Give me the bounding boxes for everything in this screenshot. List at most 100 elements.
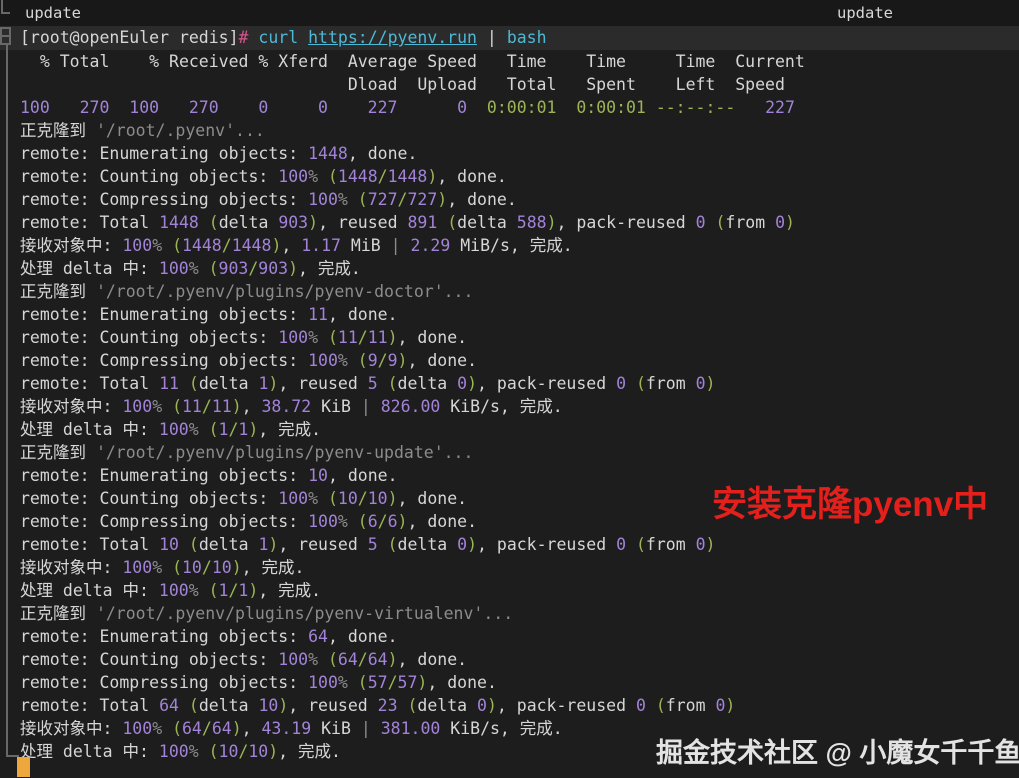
- text-segment: [179, 374, 189, 393]
- text-segment: (: [387, 535, 398, 554]
- text-segment: ): [231, 719, 242, 738]
- text-segment: ): [308, 213, 319, 232]
- text-segment: [348, 351, 358, 370]
- text-segment: %: [188, 259, 199, 278]
- text-segment: 1: [258, 374, 269, 393]
- text-segment: %: [308, 167, 319, 186]
- block-gutter-line: [6, 45, 8, 757]
- text-segment: 64: [337, 650, 358, 669]
- text-segment: (: [447, 213, 458, 232]
- window-title-left: update: [25, 4, 81, 22]
- text-segment: [371, 719, 381, 738]
- terminal-line: remote: Total 11 (delta 1), reused 5 (de…: [20, 372, 1019, 395]
- text-segment: 正克隆到: [20, 604, 96, 623]
- block-corner-top-hook-icon: [1, 12, 10, 14]
- text-segment: 0: [477, 696, 487, 715]
- pyenv-url-link[interactable]: https://pyenv.run: [308, 28, 477, 47]
- text-segment: ): [486, 696, 497, 715]
- text-segment: [162, 719, 172, 738]
- text-segment: KiB/s, 完成.: [440, 397, 563, 416]
- text-segment: [199, 742, 209, 761]
- text-segment: , 完成.: [258, 420, 322, 439]
- text-segment: 11: [182, 397, 202, 416]
- text-segment: 11: [337, 328, 358, 347]
- text-segment: 接收对象中:: [20, 397, 123, 416]
- text-segment: remote: Total: [20, 374, 160, 393]
- text-segment: [162, 397, 172, 416]
- text-segment: (: [208, 420, 219, 439]
- text-segment: |: [477, 28, 507, 47]
- text-segment: ): [268, 535, 279, 554]
- text-segment: 11: [367, 328, 388, 347]
- text-segment: delta: [397, 374, 458, 393]
- text-segment: /: [357, 489, 368, 508]
- text-segment: delta: [198, 535, 259, 554]
- text-segment: (: [208, 742, 219, 761]
- text-segment: %: [188, 420, 199, 439]
- text-segment: remote: Counting objects:: [20, 489, 279, 508]
- text-segment: 100: [122, 719, 153, 738]
- text-segment: (: [172, 558, 182, 577]
- command-prompt-row[interactable]: [root@openEuler redis]# curl https://pye…: [0, 26, 1019, 50]
- text-segment: 接收对象中:: [20, 236, 123, 255]
- text-segment: 0: [715, 696, 726, 715]
- text-segment: ): [725, 696, 736, 715]
- text-segment: bash: [506, 28, 547, 47]
- text-segment: , reused: [288, 696, 378, 715]
- terminal-line: remote: Enumerating objects: 1448, done.: [20, 142, 1019, 165]
- terminal-line: remote: Compressing objects: 100% (9/9),…: [20, 349, 1019, 372]
- text-segment: remote: Enumerating objects:: [20, 466, 309, 485]
- text-segment: 5: [367, 374, 378, 393]
- text-segment: '/root/.pyenv/plugins/pyenv-update'...: [95, 443, 474, 462]
- text-segment: 10: [248, 742, 269, 761]
- text-segment: |: [390, 236, 401, 255]
- text-segment: [248, 28, 258, 47]
- text-segment: 11: [308, 305, 328, 324]
- text-segment: (: [357, 673, 368, 692]
- text-segment: 1: [238, 581, 249, 600]
- text-segment: %: [337, 190, 348, 209]
- text-segment: (: [327, 328, 338, 347]
- text-segment: ,: [281, 236, 302, 255]
- text-segment: MiB/s, 完成.: [450, 236, 573, 255]
- text-segment: ): [248, 420, 259, 439]
- terminal-line: 处理 delta 中: 100% (1/1), 完成.: [20, 418, 1019, 441]
- text-segment: /: [228, 581, 239, 600]
- community-watermark: 掘金技术社区 @ 小魔女千千鱼: [656, 738, 1019, 768]
- text-segment: ): [231, 397, 242, 416]
- text-segment: 0: [635, 696, 646, 715]
- text-segment: [437, 213, 447, 232]
- text-segment: KiB: [311, 719, 361, 738]
- text-segment: ): [268, 374, 279, 393]
- text-segment: 43.19: [261, 719, 312, 738]
- text-segment: 10: [337, 489, 358, 508]
- text-segment: , pack-reused: [496, 696, 636, 715]
- text-segment: 38.72: [261, 397, 312, 416]
- text-segment: [162, 558, 172, 577]
- text-segment: ): [387, 650, 398, 669]
- text-segment: 100: [158, 742, 189, 761]
- terminal-line: 正克隆到 '/root/.pyenv'...: [20, 119, 1019, 142]
- text-segment: /: [238, 742, 249, 761]
- text-segment: [179, 535, 189, 554]
- text-segment: 1448: [337, 167, 378, 186]
- text-segment: , pack-reused: [477, 374, 617, 393]
- text-segment: , reused: [278, 374, 368, 393]
- text-segment: /: [387, 673, 398, 692]
- red-watermark-annotation: 安装克隆pyenv中: [712, 485, 989, 524]
- text-segment: KiB/s, 完成.: [440, 719, 563, 738]
- text-segment: 1: [258, 535, 269, 554]
- text-segment: %: [337, 351, 348, 370]
- terminal-line: remote: Counting objects: 100% (64/64), …: [20, 648, 1019, 671]
- text-segment: , pack-reused: [556, 213, 696, 232]
- text-segment: %: [337, 512, 348, 531]
- text-segment: [401, 236, 411, 255]
- text-segment: 正克隆到: [20, 443, 96, 462]
- text-segment: , done.: [327, 627, 398, 646]
- text-segment: ,: [241, 397, 262, 416]
- terminal-output[interactable]: % Total % Received % Xferd Average Speed…: [0, 50, 1019, 763]
- text-segment: ): [785, 213, 795, 232]
- text-segment: (: [357, 190, 368, 209]
- text-segment: (: [172, 397, 182, 416]
- text-segment: #: [238, 28, 249, 47]
